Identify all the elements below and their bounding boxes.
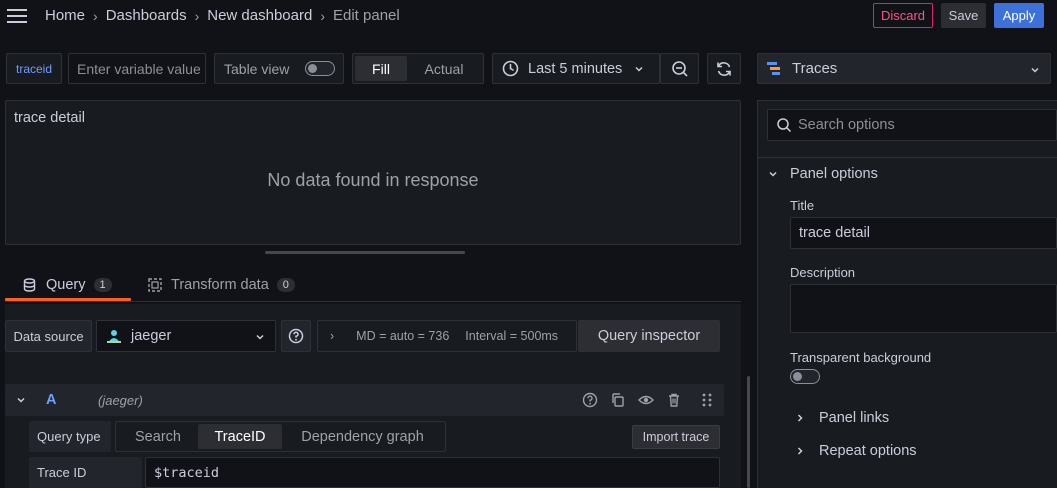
time-range-picker[interactable]: Last 5 minutes (492, 53, 660, 84)
time-range-label: Last 5 minutes (528, 60, 623, 77)
description-input[interactable] (790, 284, 1057, 333)
transparent-background-label: Transparent background (790, 350, 932, 365)
traces-icon (767, 61, 783, 77)
transparent-background-switch[interactable] (790, 369, 820, 384)
zoom-out-icon (671, 60, 689, 78)
trace-id-label: Trace ID (29, 457, 142, 488)
panel-links-label: Panel links (819, 410, 890, 426)
variable-value-input[interactable]: Enter variable value (68, 53, 206, 84)
transform-icon (148, 278, 162, 292)
chevron-right-icon: › (194, 7, 200, 24)
query-type-dependency-graph[interactable]: Dependency graph (282, 424, 443, 449)
data-source-name: jaeger (131, 328, 172, 344)
fill-actual-toggle: Fill Actual (352, 53, 484, 84)
repeat-options-header[interactable]: Repeat options (795, 443, 917, 459)
fill-option[interactable]: Fill (355, 56, 407, 81)
tab-transform-count: 0 (276, 278, 295, 292)
chevron-right-icon (795, 412, 805, 424)
table-view-toggle[interactable]: Table view (214, 53, 344, 84)
apply-button[interactable]: Apply (994, 3, 1044, 28)
database-icon (23, 278, 36, 292)
visualization-name: Traces (792, 60, 838, 77)
breadcrumb-dashboards[interactable]: Dashboards (106, 7, 187, 24)
options-divider (758, 157, 1057, 158)
search-options-placeholder: Search options (798, 117, 895, 133)
breadcrumb-home[interactable]: Home (45, 7, 85, 24)
query-scrollbar[interactable] (747, 376, 750, 488)
chevron-down-icon (767, 168, 779, 180)
trace-id-input[interactable]: $traceid (145, 457, 720, 488)
title-input[interactable]: trace detail (790, 217, 1057, 249)
repeat-options-label: Repeat options (819, 443, 917, 459)
query-type-label: Query type (29, 421, 111, 452)
query-options-summary[interactable]: › MD = auto = 736 Interval = 500ms (317, 320, 577, 352)
data-source-picker[interactable]: jaeger (96, 320, 276, 352)
switch-knob (308, 64, 317, 73)
question-circle-icon (288, 328, 304, 344)
max-data-points: MD = auto = 736 (356, 329, 450, 343)
help-icon[interactable] (582, 392, 598, 408)
visualization-picker[interactable]: Traces (757, 53, 1051, 84)
panel-options-header[interactable]: Panel options (767, 166, 878, 182)
chevron-right-icon: › (93, 7, 98, 24)
chevron-right-icon (795, 445, 805, 457)
menu-icon[interactable] (6, 6, 28, 26)
query-inspector-button[interactable]: Query inspector (578, 320, 720, 352)
discard-button[interactable]: Discard (873, 3, 933, 28)
panel-options-label: Panel options (790, 166, 878, 182)
zoom-out-button[interactable] (660, 53, 699, 84)
trash-icon[interactable] (666, 392, 682, 408)
copy-icon[interactable] (610, 392, 626, 408)
active-tab-indicator (5, 298, 131, 301)
clock-icon (502, 60, 519, 77)
panel-title: trace detail (14, 110, 85, 126)
tab-query[interactable]: Query 1 (23, 270, 112, 300)
jaeger-icon (105, 327, 123, 345)
chevron-down-icon (255, 332, 265, 342)
data-source-label: Data source (5, 320, 92, 352)
breadcrumb-edit-panel: Edit panel (333, 7, 400, 24)
variable-label: traceid (6, 53, 62, 84)
chevron-down-icon (634, 64, 644, 74)
drag-handle-icon[interactable] (700, 392, 716, 408)
search-icon (776, 117, 792, 133)
refresh-button[interactable] (707, 53, 741, 84)
tab-transform-label: Transform data (171, 277, 269, 293)
no-data-message: No data found in response (267, 170, 479, 190)
table-view-switch[interactable] (305, 61, 335, 76)
query-type-radio: Search TraceID Dependency graph (115, 421, 446, 452)
chevron-right-icon: › (330, 329, 335, 343)
description-field-label: Description (790, 265, 856, 280)
tab-transform[interactable]: Transform data 0 (148, 270, 295, 300)
breadcrumb: Home › Dashboards › New dashboard › Edit… (45, 7, 400, 24)
chevron-down-icon (1030, 65, 1040, 75)
data-source-help-button[interactable] (281, 320, 311, 352)
panel-links-header[interactable]: Panel links (795, 410, 889, 426)
search-options-input[interactable]: Search options (767, 109, 1057, 141)
table-view-label: Table view (224, 60, 290, 77)
query-ref-id[interactable]: A (46, 392, 56, 408)
query-type-traceid[interactable]: TraceID (198, 424, 282, 449)
pane-resize-handle[interactable] (265, 251, 465, 254)
tab-query-count: 1 (93, 278, 112, 292)
chevron-right-icon: › (320, 7, 325, 24)
interval-value: Interval = 500ms (465, 329, 559, 343)
actual-option[interactable]: Actual (407, 56, 481, 81)
query-row-datasource: (jaeger) (98, 393, 143, 408)
collapse-chevron-icon[interactable] (14, 393, 28, 407)
save-button[interactable]: Save (941, 3, 986, 28)
import-trace-button[interactable]: Import trace (632, 425, 720, 449)
tab-query-label: Query (46, 277, 86, 293)
breadcrumb-new-dashboard[interactable]: New dashboard (207, 7, 312, 24)
query-type-search[interactable]: Search (118, 424, 198, 449)
title-field-label: Title (790, 198, 815, 213)
switch-knob (793, 372, 802, 381)
refresh-icon (715, 60, 733, 78)
eye-icon[interactable] (638, 392, 654, 408)
tabs-divider (5, 301, 741, 302)
